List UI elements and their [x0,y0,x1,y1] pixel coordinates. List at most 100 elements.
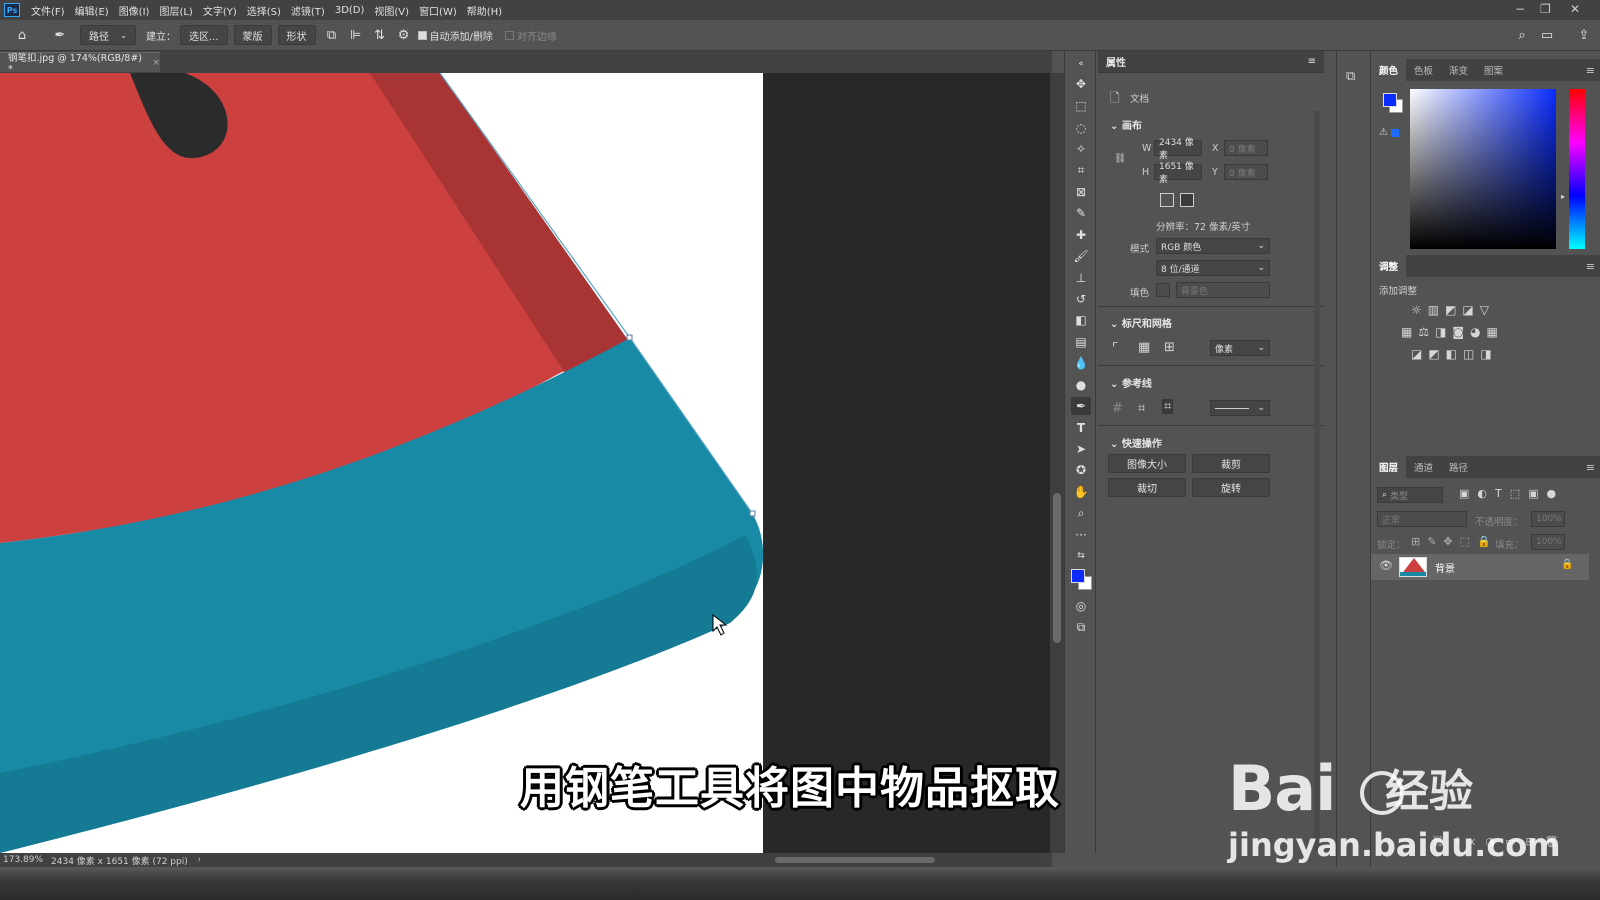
shape-tool-icon[interactable]: ✪ [1071,461,1091,479]
canvas-area[interactable] [0,73,1050,853]
zoom-level[interactable]: 173.89% [3,855,43,865]
panel-menu-icon[interactable]: ≡ [1586,64,1595,77]
tab-swatches[interactable]: 色板 [1406,59,1441,81]
vertical-scrollbar[interactable] [1050,73,1064,853]
tab-color[interactable]: 颜色 [1371,59,1407,81]
eye-icon[interactable]: 👁 [1379,559,1393,572]
crop-tool-icon[interactable]: ⌗ [1071,161,1091,179]
panel-menu-icon[interactable]: ≡ [1308,56,1316,67]
menu-type[interactable]: 文字(Y) [198,3,242,18]
layer-filter-search[interactable]: ⌕ 类型 [1377,487,1443,503]
stamp-tool-icon[interactable]: ⊥ [1071,269,1091,287]
quick-actions-section-title[interactable]: ⌄ 快速操作 [1110,435,1162,450]
make-selection-button[interactable]: 选区... [180,25,228,45]
quick-mask-icon[interactable]: ◎ [1071,597,1091,615]
lock-icon[interactable]: 🔒 [1561,559,1573,570]
color-fg-swatch[interactable] [1383,93,1397,107]
landscape-orientation-icon[interactable] [1180,193,1194,207]
screen-mode-icon[interactable]: ⧉ [1071,618,1091,636]
auto-add-checkbox[interactable] [417,30,427,40]
menu-edit[interactable]: 编辑(E) [70,3,114,18]
type-tool-icon[interactable]: T [1071,419,1091,437]
horizontal-scroll-thumb[interactable] [775,857,935,863]
fill-select[interactable]: 背景色 [1176,282,1270,298]
marquee-tool-icon[interactable]: ⬚ [1071,97,1091,115]
menu-layer[interactable]: 图层(L) [154,3,197,18]
menu-filter[interactable]: 滤镜(T) [286,3,330,18]
path-operations-icon[interactable]: ⧉ [322,25,342,45]
canvas-section-title[interactable]: ⌄ 画布 [1110,117,1142,132]
align-edges-checkbox[interactable] [504,30,514,40]
portrait-orientation-icon[interactable] [1160,193,1174,207]
panel-menu-icon[interactable]: ≡ [1586,461,1595,474]
path-selection-tool-icon[interactable]: ➤ [1071,440,1091,458]
tab-adjustments[interactable]: 调整 [1371,255,1407,277]
grid-icon[interactable]: ▦ [1138,340,1150,355]
anchor-point[interactable] [626,334,633,341]
move-tool-icon[interactable]: ✥ [1071,75,1091,93]
menu-file[interactable]: 文件(F) [26,3,70,18]
blur-tool-icon[interactable]: 💧 [1071,354,1091,372]
units-select[interactable]: 像素 ⌄ [1210,340,1270,356]
bit-depth-select[interactable]: 8 位/通道 ⌄ [1156,260,1270,276]
layer-row-background[interactable]: 👁 背景 🔒 [1371,554,1589,580]
height-field[interactable]: 1651 像素 [1154,162,1202,185]
restore-icon[interactable]: ❐ [1540,2,1551,16]
adjustment-icons-row-2[interactable]: ▦⚖◨◙◕▦ [1401,325,1504,339]
y-field[interactable]: 0 像素 [1224,164,1268,180]
tab-close-icon[interactable]: × [152,58,160,68]
properties-tab[interactable]: 属性 ≡ [1098,51,1324,73]
workspace-icon[interactable]: ▭ [1537,25,1557,45]
pixel-grid-icon[interactable]: ⊞ [1164,340,1175,355]
lock-icons[interactable]: ⊞✎✥⬚🔒 [1411,535,1498,548]
hand-tool-icon[interactable]: ✋ [1071,483,1091,501]
menu-select[interactable]: 选择(S) [242,3,286,18]
path-alignment-icon[interactable]: ⊫ [346,25,366,45]
web-safe-color-icon[interactable] [1391,129,1399,137]
adjustment-icons-row-3[interactable]: ◪◩◧◫◨ [1411,347,1498,361]
close-icon[interactable]: ✕ [1570,2,1580,16]
menu-view[interactable]: 视图(V) [369,3,414,18]
path-arrangement-icon[interactable]: ⇅ [370,25,390,45]
x-field[interactable]: 0 像素 [1224,140,1268,156]
gear-icon[interactable]: ⚙ [394,25,414,45]
hue-slider[interactable] [1569,89,1585,249]
layer-name[interactable]: 背景 [1435,560,1455,575]
document-tab[interactable]: 钢笔扣.jpg @ 174%(RGB/8#) * × [0,52,160,75]
lasso-tool-icon[interactable]: ◌ [1071,119,1091,137]
trim-button[interactable]: 裁切 [1108,478,1186,497]
magic-wand-tool-icon[interactable]: ✧ [1071,140,1091,158]
opacity-field[interactable]: 100% [1531,511,1565,527]
blend-mode-select[interactable]: 正常 [1377,511,1467,527]
zoom-tool-icon[interactable]: ⌕ [1071,504,1091,522]
tab-patterns[interactable]: 图案 [1476,59,1511,81]
new-guide-icon[interactable]: ⌗ [1138,401,1145,416]
properties-scrollbar[interactable] [1314,111,1320,851]
healing-brush-tool-icon[interactable]: ✚ [1071,226,1091,244]
search-icon[interactable]: ⌕ [1512,25,1532,45]
make-mask-button[interactable]: 蒙版 [233,25,272,45]
make-shape-button[interactable]: 形状 [277,25,316,45]
gradient-tool-icon[interactable]: ▤ [1071,333,1091,351]
menu-3d[interactable]: 3D(D) [330,5,370,16]
tab-paths[interactable]: 路径 [1441,456,1476,478]
default-colors-icon[interactable]: ⇆ [1071,547,1091,565]
anchor-point[interactable] [749,510,756,517]
guides-icon[interactable]: # [1112,401,1123,416]
frame-tool-icon[interactable]: ⊠ [1071,183,1091,201]
document-canvas[interactable] [0,73,1050,853]
home-icon[interactable]: ⌂ [12,25,32,45]
dodge-tool-icon[interactable]: ● [1071,376,1091,394]
mode-select[interactable]: 路径 ⌄ [80,25,136,45]
rotate-button[interactable]: 旋转 [1192,478,1270,497]
guides-section-title[interactable]: ⌄ 参考线 [1110,375,1152,390]
pen-tool-preset-icon[interactable]: ✒ [50,25,70,45]
tab-layers[interactable]: 图层 [1371,456,1407,478]
rulers-grid-section-title[interactable]: ⌄ 标尺和网格 [1110,315,1172,330]
ps-logo[interactable]: Ps [4,3,20,17]
menu-image[interactable]: 图像(I) [114,3,155,18]
menu-help[interactable]: 帮助(H) [462,3,507,18]
image-size-button[interactable]: 图像大小 [1108,454,1186,473]
color-field[interactable] [1410,89,1556,249]
guide-layout-icon[interactable]: ⌗ [1162,399,1174,414]
